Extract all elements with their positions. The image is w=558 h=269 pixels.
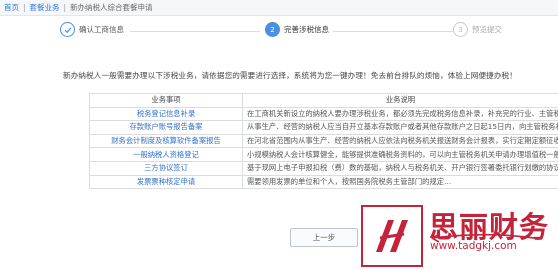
table-row[interactable]: 一般纳税人资格登记 小规模纳税人会计核算健全，能够提供准确税务资料的，可以向主管… [89, 147, 558, 162]
table-header-row: 业务事项 业务说明 [89, 93, 558, 108]
breadcrumb-separator: | [23, 3, 26, 12]
business-items-table: 业务事项 业务说明 税务登记信息补录 在工商机关新设立的纳税人要办理涉税业务，都… [89, 93, 558, 190]
breadcrumb: 首页 | 套餐业务 | 新办纳税人综合套餐申请 [0, 0, 558, 16]
step-connector [130, 31, 260, 32]
item-name[interactable]: 财务会计制度及核算软件备案报告 [89, 133, 243, 149]
step-confirm-business-info: 确认工商信息 [60, 22, 128, 37]
item-description: 基于现网上电子申报扣税（费）数的基础，纳税人与税务机关、开户银行签署委托银行划缴… [242, 160, 558, 176]
step-label: 预览提交 [472, 25, 502, 34]
intro-text: 新办纳税人一般需要办理以下涉税业务，请依据您的需要进行选择，系统将为您一键办理！… [63, 71, 517, 80]
step-label: 完善涉税信息 [284, 25, 329, 34]
item-description: 小规模纳税人会计核算健全，能够提供准确税务资料的，可以向主管税务机关申请办理增值… [242, 147, 558, 162]
table-row[interactable]: 存款账户账号报告备案 从事生产、经营的纳税人应当自开立基本存款账户或者其他存款账… [89, 120, 558, 135]
progress-steps: 确认工商信息 2 完善涉税信息 3 预览提交 [60, 22, 530, 42]
table-row[interactable]: 三方协议签订 基于现网上电子申报扣税（费）数的基础，纳税人与税务机关、开户银行签… [89, 160, 558, 176]
item-description: 从事生产、经营的纳税人应当自开立基本存款账户或者其他存款账户之日起15日内，向主… [242, 120, 558, 135]
breadcrumb-current: 新办纳税人综合套餐申请 [70, 3, 153, 12]
item-name[interactable]: 存款账户账号报告备案 [89, 120, 243, 135]
breadcrumb-home[interactable]: 首页 [4, 2, 19, 13]
breadcrumb-separator: | [63, 3, 67, 12]
step-complete-tax-info: 2 完善涉税信息 [265, 22, 333, 37]
watermark-logo-icon [361, 205, 423, 267]
item-name[interactable]: 一般纳税人资格登记 [89, 147, 243, 162]
column-header-item: 业务事项 [89, 93, 243, 108]
step-number: 2 [265, 22, 280, 37]
item-description: 需要领用发票的单位和个人，按照国务院税务主管部门的规定… [242, 174, 558, 190]
item-name[interactable]: 发票票种核定申请 [89, 174, 243, 190]
step-label: 确认工商信息 [79, 25, 124, 34]
item-name[interactable]: 三方协议签订 [89, 160, 243, 176]
breadcrumb-section[interactable]: 套餐业务 [30, 2, 60, 13]
watermark-url: www.tadgkj.com [430, 240, 517, 252]
column-header-description: 业务说明 [242, 93, 558, 108]
step-number: 3 [453, 22, 468, 37]
item-description: 在工商机关新设立的纳税人要办理涉税业务，都必须先完成税务信息补录，补充完的行业、… [242, 106, 558, 122]
check-icon [60, 22, 75, 37]
table-row[interactable]: 税务登记信息补录 在工商机关新设立的纳税人要办理涉税业务，都必须先完成税务信息补… [89, 106, 558, 122]
table-row[interactable]: 发票票种核定申请 需要领用发票的单位和个人，按照国务院税务主管部门的规定… [89, 174, 558, 190]
item-name[interactable]: 税务登记信息补录 [89, 106, 243, 122]
previous-step-button[interactable]: 上一步 [290, 228, 358, 247]
step-connector [330, 31, 460, 32]
item-description: 在河北省范围内从事生产、经营的纳税人应依法向税务机关报送财务会计报表，实行定期定… [242, 133, 558, 149]
table-row[interactable]: 财务会计制度及核算软件备案报告 在河北省范围内从事生产、经营的纳税人应依法向税务… [89, 133, 558, 149]
step-preview-submit: 3 预览提交 [453, 22, 506, 37]
